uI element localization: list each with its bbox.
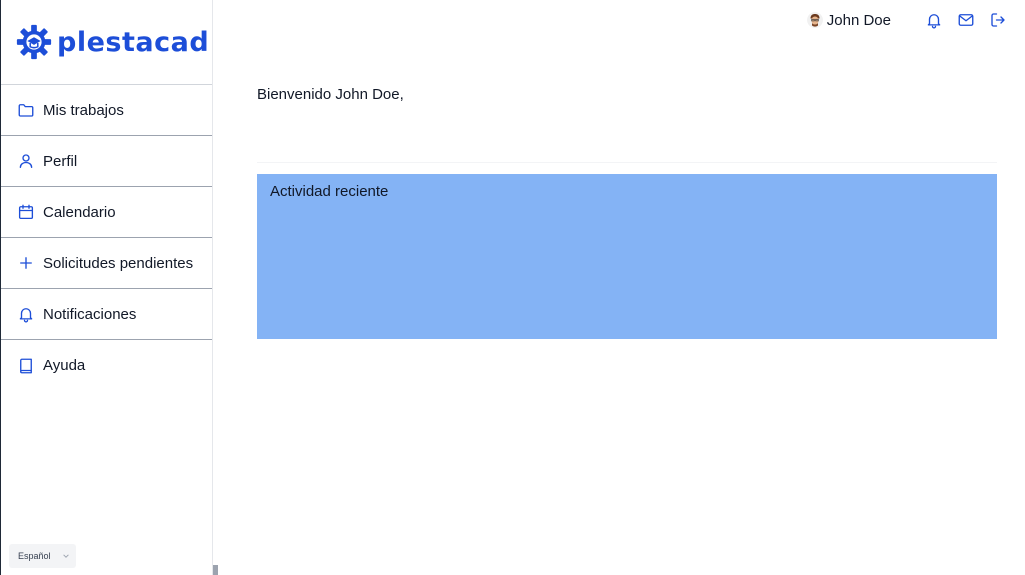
recent-activity-title: Actividad reciente xyxy=(270,183,389,200)
sidebar-item-ayuda[interactable]: Ayuda xyxy=(1,340,212,391)
logo[interactable]: plestacad xyxy=(1,0,212,85)
top-bar: John Doe xyxy=(806,10,1007,30)
user-icon xyxy=(19,154,33,169)
sidebar-item-label: Notificaciones xyxy=(43,305,137,323)
bell-icon xyxy=(19,308,33,323)
folder-icon xyxy=(18,104,34,117)
sidebar-item-label: Ayuda xyxy=(43,357,86,374)
sidebar-nav: Mis trabajos Perfil Calendario Solicitud… xyxy=(1,85,212,391)
welcome-message: Bienvenido John Doe, xyxy=(257,86,404,103)
mail-icon[interactable] xyxy=(957,11,975,29)
language-value: Español xyxy=(18,551,51,561)
gear-logo-icon xyxy=(16,24,52,60)
sidebar-item-label: Perfil xyxy=(43,152,78,170)
scrollbar[interactable] xyxy=(213,565,218,575)
sidebar-item-perfil[interactable]: Perfil xyxy=(1,136,212,187)
calendar-icon xyxy=(18,204,34,220)
sidebar-item-notificaciones[interactable]: Notificaciones xyxy=(1,289,212,340)
sidebar-item-mis-trabajos[interactable]: Mis trabajos xyxy=(1,85,212,136)
plus-icon xyxy=(20,257,32,269)
brand-name: plestacad xyxy=(57,26,210,58)
sidebar-item-label: Mis trabajos xyxy=(43,101,124,119)
avatar[interactable] xyxy=(806,12,823,28)
user-name[interactable]: John Doe xyxy=(827,12,891,29)
language-select[interactable]: Español xyxy=(9,544,76,568)
sidebar-item-label: Solicitudes pendientes xyxy=(43,254,194,272)
sidebar-item-label: Calendario xyxy=(43,203,116,221)
book-icon xyxy=(20,358,32,373)
sidebar-item-solicitudes-pendientes[interactable]: Solicitudes pendientes xyxy=(1,238,212,289)
bell-icon[interactable] xyxy=(925,11,943,29)
divider xyxy=(212,0,213,40)
sidebar: plestacad Mis trabajos Perfil Calendario xyxy=(0,0,213,575)
divider xyxy=(257,162,997,163)
sidebar-item-calendario[interactable]: Calendario xyxy=(1,187,212,238)
chevron-down-icon xyxy=(63,554,69,558)
recent-activity-panel: Actividad reciente xyxy=(257,174,997,339)
logout-icon[interactable] xyxy=(989,11,1007,29)
